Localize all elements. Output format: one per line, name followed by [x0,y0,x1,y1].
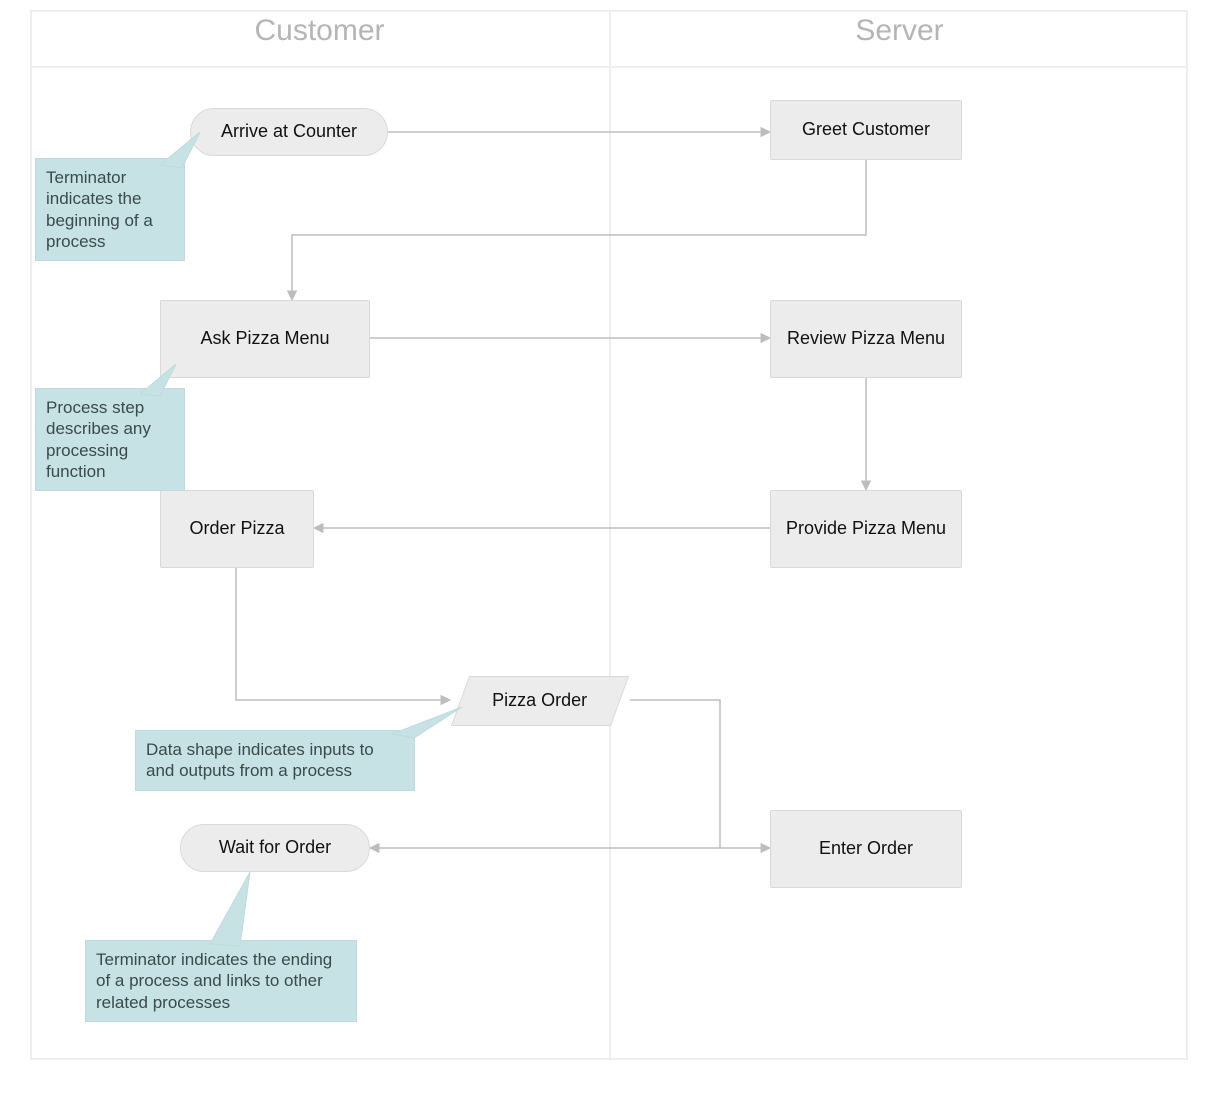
callout-terminator-end: Terminator indicates the ending of a pro… [85,940,357,1022]
lane-title-server: Server [611,14,1188,48]
lane-divider [609,10,611,1060]
node-pizza-order: Pizza Order [451,676,629,726]
lane-title-customer: Customer [30,14,609,48]
node-provide-pizza-menu: Provide Pizza Menu [770,490,962,568]
node-pizza-order-label: Pizza Order [492,690,587,712]
node-ask-pizza-menu: Ask Pizza Menu [160,300,370,378]
node-enter-order: Enter Order [770,810,962,888]
node-order-pizza: Order Pizza [160,490,314,568]
swimlane-diagram: Customer Server Arrive at Counter Greet … [0,0,1218,1100]
node-arrive-at-counter: Arrive at Counter [190,108,388,156]
node-greet-customer: Greet Customer [770,100,962,160]
callout-process-step: Process step describes any processing fu… [35,388,185,491]
node-review-pizza-menu: Review Pizza Menu [770,300,962,378]
node-wait-for-order: Wait for Order [180,824,370,872]
callout-data-shape: Data shape indicates inputs to and outpu… [135,730,415,791]
callout-terminator-start: Terminator indicates the beginning of a … [35,158,185,261]
